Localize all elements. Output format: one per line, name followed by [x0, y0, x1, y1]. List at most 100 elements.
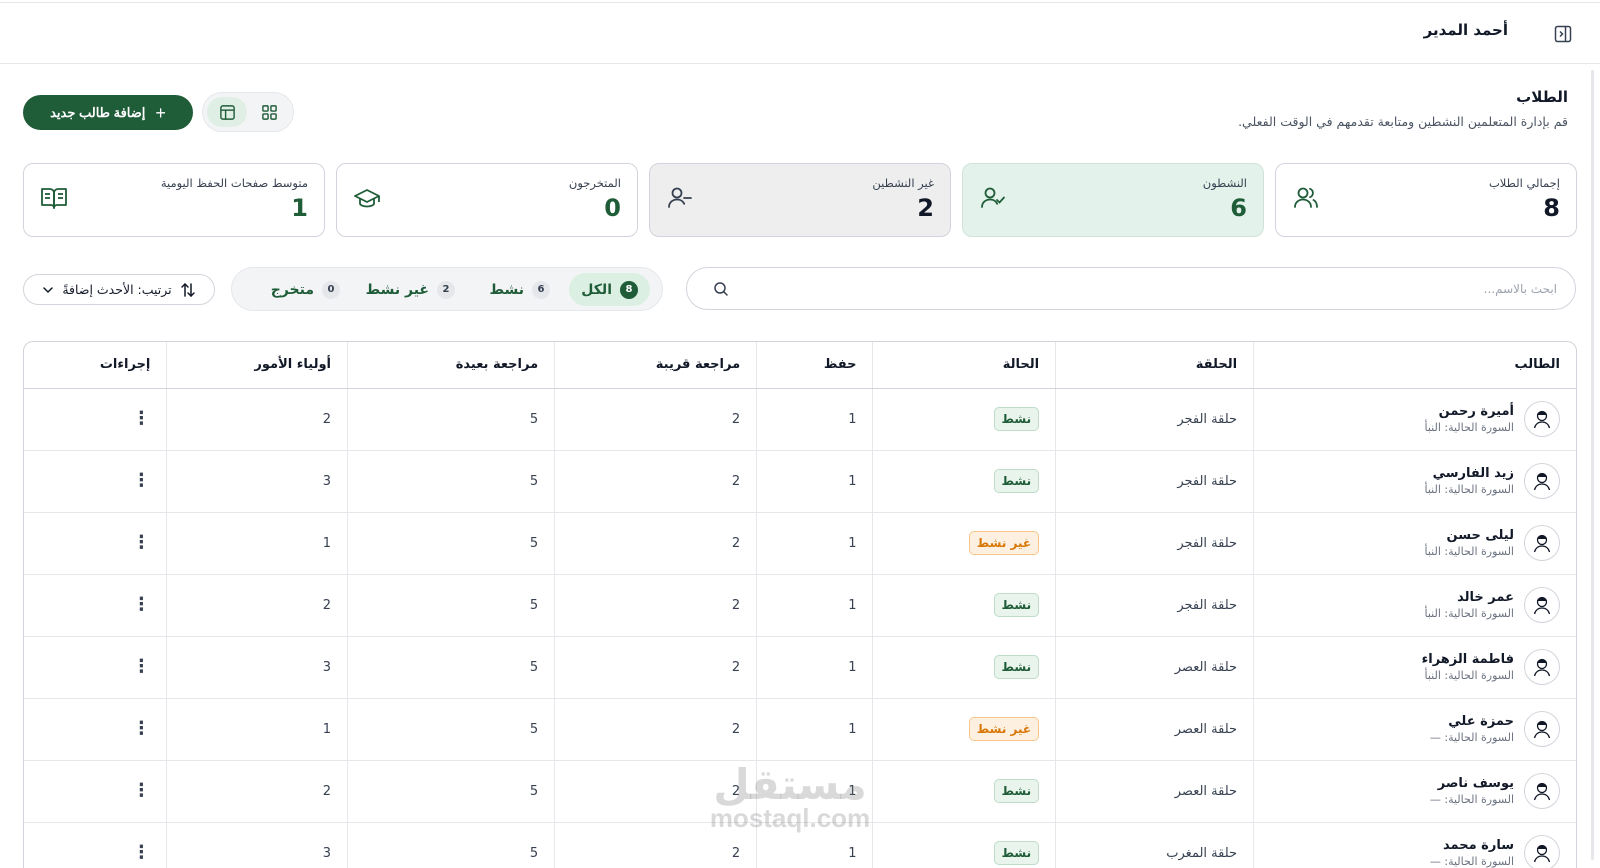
student-name[interactable]: سارة محمد — [1430, 838, 1514, 853]
student-cell: ليلى حسن السورة الحالية: النبأ — [1253, 512, 1576, 575]
guardians-cell: 3 — [166, 636, 348, 699]
guardians-cell: 1 — [166, 698, 348, 761]
filter-label: متخرج — [270, 281, 314, 298]
student-name[interactable]: حمزة علي — [1430, 714, 1514, 729]
status-cell: نشط — [872, 574, 1056, 637]
far-review-cell: 5 — [346, 574, 555, 637]
near-review-cell: 2 — [554, 698, 757, 761]
more-actions-icon[interactable]: ⋮ — [132, 656, 150, 677]
user-minus-icon — [668, 187, 692, 208]
stat-card-inactive[interactable]: غير النشطين 2 — [649, 163, 951, 237]
filter-graduated[interactable]: 0 متخرج — [259, 273, 352, 306]
grid-icon — [261, 104, 277, 120]
stat-card-avg-pages[interactable]: متوسط صفحات الحفظ اليومية 1 — [23, 163, 325, 237]
more-actions-icon[interactable]: ⋮ — [132, 780, 150, 801]
chevron-down-icon — [43, 286, 54, 293]
halaqa-cell: حلقة العصر — [1055, 760, 1254, 823]
column-header[interactable]: الحالة — [872, 342, 1056, 389]
search-input[interactable] — [757, 268, 1557, 309]
more-actions-icon[interactable]: ⋮ — [132, 594, 150, 615]
student-name[interactable]: يوسف ناصر — [1430, 776, 1514, 791]
avatar — [1524, 587, 1560, 623]
student-name[interactable]: ليلى حسن — [1424, 528, 1514, 543]
column-header[interactable]: مراجعة بعيدة — [346, 342, 555, 389]
sidebar-toggle-icon[interactable] — [1554, 25, 1572, 43]
table-row[interactable]: زيد الفارسي السورة الحالية: النبأ حلقة الف… — [24, 450, 1576, 513]
far-review-cell: 5 — [346, 388, 555, 451]
student-info: ليلى حسن السورة الحالية: النبأ — [1270, 525, 1560, 561]
status-badge: نشط — [993, 841, 1040, 865]
far-review-cell: 5 — [346, 698, 555, 761]
graduation-cap-icon — [354, 189, 380, 208]
halaqa-cell: حلقة المغرب — [1055, 822, 1254, 868]
student-cell: يوسف ناصر السورة الحالية: — — [1253, 760, 1576, 823]
user-name[interactable]: أحمد المدير — [1424, 21, 1508, 39]
status-filter: 8 الكل 6 نشط 2 غير نشط 0 متخرج — [231, 267, 663, 311]
more-actions-icon[interactable]: ⋮ — [132, 470, 150, 491]
stat-label: المتخرجون — [568, 176, 621, 190]
table-row[interactable]: ليلى حسن السورة الحالية: النبأ حلقة الفجر غ… — [24, 512, 1576, 575]
table-view-button[interactable] — [207, 97, 247, 127]
student-name[interactable]: عمر خالد — [1424, 590, 1514, 605]
more-actions-icon[interactable]: ⋮ — [132, 532, 150, 553]
stat-card-total[interactable]: إجمالي الطلاب 8 — [1275, 163, 1577, 237]
actions-cell: ⋮ — [24, 760, 167, 823]
page-scrollbar[interactable] — [1591, 70, 1594, 860]
filter-count: 2 — [437, 280, 455, 299]
hifz-cell: 1 — [756, 636, 873, 699]
near-review-cell: 2 — [554, 822, 757, 868]
table-row[interactable]: عمر خالد السورة الحالية: النبأ حلقة الفجر ن… — [24, 574, 1576, 637]
halaqa-cell: حلقة الفجر — [1055, 512, 1254, 575]
stat-card-graduated[interactable]: المتخرجون 0 — [336, 163, 638, 237]
actions-cell: ⋮ — [24, 574, 167, 637]
column-header[interactable]: أولياء الأمور — [166, 342, 348, 389]
search-icon[interactable] — [713, 281, 729, 297]
hifz-cell: 1 — [756, 388, 873, 451]
filter-inactive[interactable]: 2 غير نشط — [354, 273, 467, 306]
filter-count: 8 — [620, 280, 638, 299]
student-cell: سارة محمد السورة الحالية: — — [1253, 822, 1576, 868]
stat-value: 8 — [1543, 194, 1560, 222]
more-actions-icon[interactable]: ⋮ — [132, 842, 150, 863]
current-sura: السورة الحالية: — — [1429, 855, 1514, 868]
column-header[interactable]: حفظ — [756, 342, 873, 389]
table-row[interactable]: أميرة رحمن السورة الحالية: النبأ حلقة الفج… — [24, 388, 1576, 451]
student-name[interactable]: أميرة رحمن — [1424, 404, 1514, 419]
student-name[interactable]: فاطمة الزهراء — [1422, 652, 1514, 667]
sort-dropdown[interactable]: ترتيب: الأحدث إضافةً — [23, 274, 215, 305]
halaqa-cell: حلقة الفجر — [1055, 388, 1254, 451]
table-row[interactable]: فاطمة الزهراء السورة الحالية: النبأ حلقة ا… — [24, 636, 1576, 699]
more-actions-icon[interactable]: ⋮ — [132, 408, 150, 429]
table-row[interactable]: سارة محمد السورة الحالية: — حلقة المغرب نشط… — [24, 822, 1576, 868]
more-actions-icon[interactable]: ⋮ — [132, 718, 150, 739]
add-student-button[interactable]: + إضافة طالب جديد — [23, 95, 193, 130]
far-review-cell: 5 — [346, 822, 555, 868]
avatar — [1524, 711, 1560, 747]
stat-card-active[interactable]: النشطون 6 — [962, 163, 1264, 237]
student-text: ليلى حسن السورة الحالية: النبأ — [1424, 528, 1514, 558]
student-name[interactable]: زيد الفارسي — [1424, 466, 1514, 481]
users-icon — [1294, 187, 1318, 208]
student-cell: فاطمة الزهراء السورة الحالية: النبأ — [1253, 636, 1576, 699]
far-review-cell: 5 — [346, 760, 555, 823]
column-header[interactable]: الحلقة — [1055, 342, 1254, 389]
hifz-cell: 1 — [756, 760, 873, 823]
avatar — [1524, 835, 1560, 868]
near-review-cell: 2 — [554, 512, 757, 575]
status-cell: نشط — [872, 822, 1056, 868]
filter-all[interactable]: 8 الكل — [569, 273, 650, 306]
sort-icon — [180, 282, 195, 297]
table-row[interactable]: يوسف ناصر السورة الحالية: — حلقة العصر نشط 1… — [24, 760, 1576, 823]
status-badge: نشط — [993, 407, 1040, 431]
actions-cell: ⋮ — [24, 388, 167, 451]
filter-label: نشط — [489, 281, 525, 298]
avatar — [1524, 773, 1560, 809]
column-header[interactable]: مراجعة قريبة — [554, 342, 757, 389]
grid-view-button[interactable] — [249, 97, 289, 127]
avatar — [1524, 525, 1560, 561]
filter-active[interactable]: 6 نشط — [478, 273, 563, 306]
actions-cell: ⋮ — [24, 450, 167, 513]
column-header[interactable]: الطالب — [1253, 342, 1576, 389]
table-row[interactable]: حمزة علي السورة الحالية: — حلقة العصر غير ن… — [24, 698, 1576, 761]
stat-value: 1 — [291, 194, 308, 222]
